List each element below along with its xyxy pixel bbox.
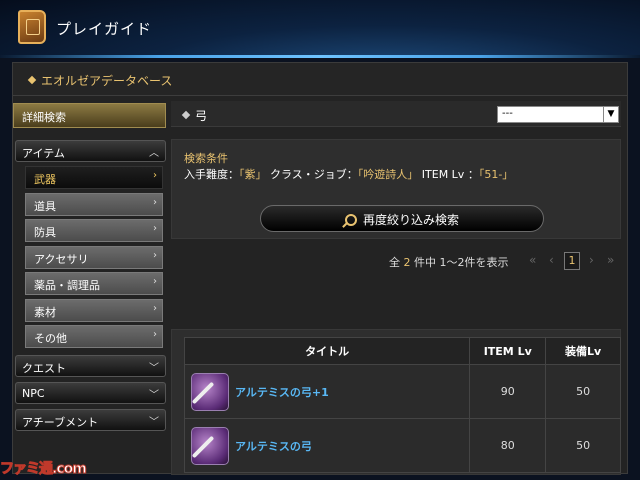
chevron-right-icon: › bbox=[153, 170, 157, 181]
result-range: 件中 1〜2件を表示 bbox=[414, 256, 509, 269]
item-link[interactable]: アルテミスの弓 bbox=[235, 440, 312, 453]
table-row: アルテミスの弓 80 50 bbox=[183, 418, 621, 473]
search-icon bbox=[344, 214, 357, 226]
database-title: エオルゼアデータベース bbox=[27, 72, 173, 89]
level-label: ITEM Lv ： bbox=[421, 168, 479, 181]
sidebar-category-label: NPC bbox=[22, 387, 45, 400]
sidebar-category-item[interactable]: アイテム ︿ bbox=[15, 140, 166, 162]
detail-search-button[interactable]: 詳細検索 bbox=[13, 103, 166, 128]
sidebar-category-label: アイテム bbox=[22, 147, 65, 160]
main-panel: エオルゼアデータベース 詳細検索 アイテム ︿ 武器 › 道具 › 防具 › アクセサリ… bbox=[12, 62, 628, 475]
sidebar-item-label: 素材 bbox=[34, 306, 56, 319]
chevron-right-icon: › bbox=[153, 197, 157, 208]
sidebar-item-tools[interactable]: 道具 › bbox=[25, 193, 163, 216]
refine-search-label: 再度絞り込み検索 bbox=[362, 213, 459, 227]
filter-bar: 弓 --- ▼ bbox=[171, 101, 621, 127]
chevron-down-icon: ▼ bbox=[603, 107, 618, 122]
chevron-down-icon: ﹀ bbox=[149, 417, 159, 428]
title-cell: アルテミスの弓+1 bbox=[183, 364, 471, 419]
sidebar-category-quest[interactable]: クエスト ﹀ bbox=[15, 355, 166, 377]
class-label: クラス・ジョブ： bbox=[270, 168, 358, 181]
sidebar-item-label: 武器 bbox=[34, 173, 56, 186]
class-value: 「吟遊詩人」 bbox=[357, 168, 419, 181]
sidebar-category-label: クエスト bbox=[22, 362, 66, 375]
watermark-logo: ファミ通.com bbox=[0, 461, 87, 478]
column-header-title: タイトル bbox=[183, 337, 471, 365]
bow-icon[interactable] bbox=[191, 372, 229, 411]
diamond-icon bbox=[27, 75, 37, 85]
sidebar-item-label: 防具 bbox=[34, 226, 56, 239]
chevron-right-icon: › bbox=[153, 329, 157, 340]
column-header-item-lv: ITEM Lv bbox=[469, 337, 547, 365]
sidebar-item-label: アクセサリ bbox=[34, 253, 89, 266]
page-title: プレイガイド bbox=[56, 20, 153, 38]
sidebar-category-npc[interactable]: NPC ﹀ bbox=[15, 382, 166, 404]
pagination-top: 全 2 件中 1〜2件を表示 « ‹ 1 › » bbox=[171, 251, 621, 271]
result-prefix: 全 bbox=[389, 256, 400, 269]
level-value: 「51-」 bbox=[478, 168, 514, 181]
chevron-right-icon: › bbox=[153, 223, 157, 234]
column-header-equip-lv: 装備Lv bbox=[545, 337, 621, 365]
conditions-line: 入手難度：「紫」 クラス・ジョブ：「吟遊詩人」 ITEM Lv ：「51-」 bbox=[184, 166, 513, 182]
sidebar-category-label: アチーブメント bbox=[22, 416, 99, 429]
item-lv-cell: 90 bbox=[469, 364, 547, 419]
result-count: 全 2 件中 1〜2件を表示 bbox=[389, 254, 509, 270]
sidebar-item-weapon[interactable]: 武器 › bbox=[25, 166, 163, 189]
chevron-up-icon: ︿ bbox=[149, 148, 159, 159]
result-total: 2 bbox=[403, 256, 411, 269]
sidebar-category-achievement[interactable]: アチーブメント ﹀ bbox=[15, 409, 166, 431]
equip-lv-cell: 50 bbox=[545, 364, 621, 419]
conditions-heading: 検索条件 bbox=[184, 152, 228, 165]
subcategory-select[interactable]: --- ▼ bbox=[497, 106, 619, 123]
results-table-container: タイトル ITEM Lv 装備Lv アルテミスの弓+1 90 50 アルテミスの… bbox=[171, 329, 621, 475]
difficulty-label: 入手難度： bbox=[184, 168, 239, 181]
table-row: アルテミスの弓+1 90 50 bbox=[183, 364, 621, 419]
sidebar-item-label: 道具 bbox=[34, 200, 56, 213]
database-title-text: エオルゼアデータベース bbox=[41, 74, 173, 88]
header: プレイガイド bbox=[0, 0, 640, 58]
sidebar-item-medicine[interactable]: 薬品・調理品 › bbox=[25, 272, 163, 295]
item-link[interactable]: アルテミスの弓+1 bbox=[235, 386, 329, 399]
sidebar-item-materials[interactable]: 素材 › bbox=[25, 299, 163, 322]
refine-search-button[interactable]: 再度絞り込み検索 bbox=[260, 205, 544, 232]
chevron-down-icon: ﹀ bbox=[149, 363, 159, 374]
sidebar-item-other[interactable]: その他 › bbox=[25, 325, 163, 348]
sidebar-item-label: その他 bbox=[34, 332, 67, 345]
sidebar-item-armor[interactable]: 防具 › bbox=[25, 219, 163, 242]
chevron-down-icon: ﹀ bbox=[149, 390, 159, 401]
last-page-icon[interactable]: » bbox=[607, 253, 614, 267]
diamond-icon bbox=[181, 110, 191, 120]
next-page-icon[interactable]: › bbox=[589, 253, 594, 267]
current-page[interactable]: 1 bbox=[564, 252, 580, 270]
chevron-right-icon: › bbox=[153, 250, 157, 261]
chevron-right-icon: › bbox=[153, 303, 157, 314]
difficulty-value: 「紫」 bbox=[239, 168, 267, 181]
database-title-bar: エオルゼアデータベース bbox=[13, 63, 627, 96]
first-page-icon[interactable]: « bbox=[529, 253, 536, 267]
filter-label: 弓 bbox=[181, 107, 208, 124]
sidebar-item-accessory[interactable]: アクセサリ › bbox=[25, 246, 163, 269]
select-value: --- bbox=[502, 108, 513, 119]
chevron-right-icon: › bbox=[153, 276, 157, 287]
search-conditions: 検索条件 入手難度：「紫」 クラス・ジョブ：「吟遊詩人」 ITEM Lv ：「5… bbox=[171, 139, 621, 239]
item-lv-cell: 80 bbox=[469, 418, 547, 473]
book-icon bbox=[18, 10, 46, 44]
bow-icon[interactable] bbox=[191, 426, 229, 465]
equip-lv-cell: 50 bbox=[545, 418, 621, 473]
title-cell: アルテミスの弓 bbox=[183, 418, 471, 473]
prev-page-icon[interactable]: ‹ bbox=[549, 253, 554, 267]
sidebar-item-label: 薬品・調理品 bbox=[34, 279, 100, 292]
filter-label-text: 弓 bbox=[195, 109, 208, 123]
results-table: タイトル ITEM Lv 装備Lv アルテミスの弓+1 90 50 アルテミスの… bbox=[183, 337, 621, 473]
